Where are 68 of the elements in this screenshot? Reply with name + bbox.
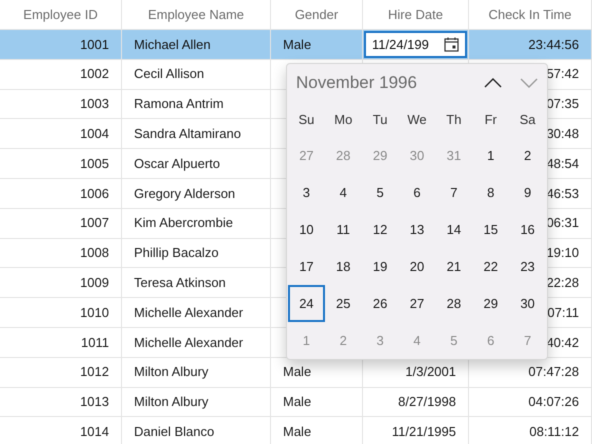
month-title[interactable]: November 1996 bbox=[296, 70, 417, 96]
table-cell: Milton Albury bbox=[122, 388, 271, 416]
column-header[interactable]: Employee Name bbox=[122, 0, 271, 29]
table-row[interactable]: 1012 Milton Albury Male 1/3/2001 07:47:28 bbox=[0, 358, 592, 388]
table-cell: Cecil Allison bbox=[122, 60, 271, 89]
table-cell: 1014 bbox=[0, 417, 122, 444]
calendar-day[interactable]: 18 bbox=[324, 248, 362, 286]
table-cell: Kim Abercrombie bbox=[122, 208, 271, 238]
table-cell: Teresa Atkinson bbox=[122, 268, 271, 298]
table-cell: 1008 bbox=[0, 238, 122, 268]
table-cell: Michelle Alexander bbox=[122, 298, 271, 327]
table-cell: Male bbox=[271, 30, 363, 59]
table-cell: 1001 bbox=[0, 30, 122, 59]
calendar-day[interactable]: 27 bbox=[398, 285, 436, 322]
column-header[interactable]: Check In Time bbox=[469, 0, 592, 29]
calendar-day[interactable]: 13 bbox=[398, 211, 436, 248]
table-cell: 1009 bbox=[0, 268, 122, 298]
table-cell: 1010 bbox=[0, 298, 122, 327]
table-cell: Michael Allen bbox=[122, 30, 271, 59]
weekday-label: Su bbox=[297, 110, 316, 129]
table-cell: Oscar Alpuerto bbox=[122, 149, 271, 178]
table-cell: 1004 bbox=[0, 119, 122, 148]
calendar-day[interactable]: 20 bbox=[398, 248, 436, 286]
column-header[interactable]: Employee ID bbox=[0, 0, 122, 29]
table-cell: 11/21/1995 bbox=[363, 417, 469, 444]
column-header[interactable]: Gender bbox=[271, 0, 363, 29]
table-cell: 1007 bbox=[0, 208, 122, 238]
table-cell: 1005 bbox=[0, 149, 122, 178]
table-row[interactable]: 1013 Milton Albury Male 8/27/1998 04:07:26 bbox=[0, 388, 592, 418]
table-cell: 1006 bbox=[0, 178, 122, 208]
weekday-label: We bbox=[406, 110, 428, 129]
table-cell: 1002 bbox=[0, 60, 122, 89]
calendar-day[interactable]: 25 bbox=[324, 285, 362, 322]
table-cell: 1013 bbox=[0, 388, 122, 416]
weekday-label: Th bbox=[445, 110, 462, 129]
column-header[interactable]: Hire Date bbox=[363, 0, 469, 29]
calendar-day[interactable]: 24 bbox=[288, 285, 325, 322]
calendar-day[interactable]: 19 bbox=[362, 248, 399, 286]
weekday-label: Mo bbox=[333, 110, 354, 129]
table-cell: Male bbox=[271, 417, 363, 444]
table-cell: 04:07:26 bbox=[469, 388, 592, 416]
calendar-day[interactable]: 6 bbox=[398, 174, 436, 212]
calendar-day[interactable]: 4 bbox=[324, 174, 362, 212]
date-input-field[interactable]: 11/24/199 bbox=[364, 31, 467, 58]
table-cell: Daniel Blanco bbox=[122, 417, 271, 444]
table-cell: 23:44:56 bbox=[469, 30, 592, 59]
table-row[interactable]: 1001 Michael Allen Male 11/24/199 23:44:56 bbox=[0, 30, 592, 60]
table-cell: Sandra Altamirano bbox=[122, 119, 271, 148]
calendar-day[interactable]: 17 bbox=[288, 248, 325, 286]
table-cell: 1011 bbox=[0, 328, 122, 357]
calendar-day[interactable]: 3 bbox=[288, 174, 325, 212]
table-cell: Michelle Alexander bbox=[122, 328, 271, 357]
table-cell: 08:11:12 bbox=[469, 417, 592, 444]
calendar-day[interactable]: 10 bbox=[288, 211, 325, 248]
table-cell: 1012 bbox=[0, 358, 122, 387]
table-cell: Gregory Alderson bbox=[122, 178, 271, 208]
weekday-label: Tu bbox=[372, 110, 388, 129]
table-cell: 8/27/1998 bbox=[363, 388, 469, 416]
calendar-icon bbox=[444, 36, 459, 52]
calendar-day[interactable]: 26 bbox=[362, 285, 399, 322]
table-cell: Phillip Bacalzo bbox=[122, 238, 271, 268]
table-cell: Ramona Antrim bbox=[122, 90, 271, 118]
calendar-day[interactable]: 11 bbox=[324, 211, 362, 248]
table-cell: 1003 bbox=[0, 90, 122, 118]
table-cell: Milton Albury bbox=[122, 358, 271, 387]
calendar-day[interactable]: 12 bbox=[362, 211, 399, 248]
table-cell: Male bbox=[271, 388, 363, 416]
calendar-day[interactable]: 5 bbox=[362, 174, 399, 212]
